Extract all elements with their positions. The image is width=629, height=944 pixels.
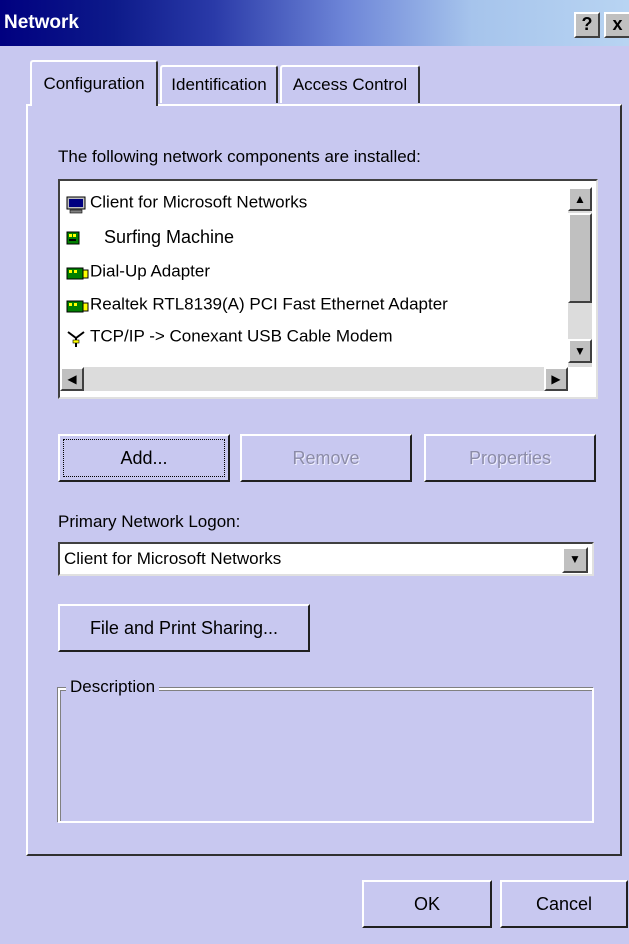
list-item-label: Surfing Machine — [104, 226, 235, 247]
horizontal-scrollbar[interactable] — [60, 367, 568, 391]
description-group — [58, 688, 594, 823]
help-button[interactable]: ? — [574, 12, 600, 38]
list-item-label: TCP/IP -> Conexant USB Cable Modem — [90, 326, 393, 346]
file-print-sharing-button[interactable]: File and Print Sharing... — [58, 604, 310, 652]
list-item[interactable]: Surfing Machine — [66, 221, 234, 251]
scroll-right-icon[interactable]: ▶ — [544, 367, 568, 391]
remove-button[interactable]: Remove — [240, 434, 412, 482]
list-item[interactable]: Dial-Up Adapter — [66, 256, 210, 286]
protocol-icon — [66, 328, 86, 347]
tab-configuration[interactable]: Configuration — [30, 60, 158, 106]
network-card-icon — [66, 263, 89, 281]
scrollbar-thumb[interactable] — [568, 213, 592, 303]
list-item[interactable]: Client for Microsoft Networks — [66, 187, 307, 217]
logon-value: Client for Microsoft Networks — [64, 549, 282, 568]
logon-select[interactable]: Client for Microsoft Networks ▼ — [58, 542, 594, 576]
logon-label: Primary Network Logon: — [58, 512, 241, 531]
description-legend: Description — [66, 677, 160, 697]
scroll-left-icon[interactable]: ◀ — [60, 367, 84, 391]
list-item-label: Dial-Up Adapter — [90, 261, 211, 281]
list-item[interactable]: TCP/IP -> Conexant USB Cable Modem — [66, 321, 393, 351]
close-button[interactable]: x — [604, 12, 629, 38]
tab-identification[interactable]: Identification — [160, 65, 278, 103]
scroll-up-icon[interactable]: ▲ — [568, 187, 592, 211]
scroll-down-icon[interactable]: ▼ — [568, 339, 592, 363]
components-list[interactable]: Client for Microsoft Networks Surfing Ma… — [58, 179, 598, 399]
window-title: Network — [4, 12, 79, 33]
network-card-icon — [66, 296, 89, 314]
tab-access-control[interactable]: Access Control — [280, 65, 420, 103]
network-card-icon — [66, 228, 86, 246]
list-item[interactable]: Realtek RTL8139(A) PCI Fast Ethernet Ada… — [66, 289, 448, 319]
chevron-down-icon[interactable]: ▼ — [562, 547, 588, 573]
title-bar[interactable] — [0, 0, 629, 46]
computer-icon — [66, 194, 86, 213]
ok-button[interactable]: OK — [362, 880, 492, 928]
properties-button[interactable]: Properties — [424, 434, 596, 482]
list-item-label: Realtek RTL8139(A) PCI Fast Ethernet Ada… — [90, 294, 448, 314]
components-label-text: The following network components are ins… — [58, 147, 421, 166]
cancel-button[interactable]: Cancel — [500, 880, 628, 928]
list-item-label: Client for Microsoft Networks — [90, 192, 308, 212]
add-button[interactable]: Add... — [58, 434, 230, 482]
components-label: The following network components are ins… — [58, 147, 421, 167]
